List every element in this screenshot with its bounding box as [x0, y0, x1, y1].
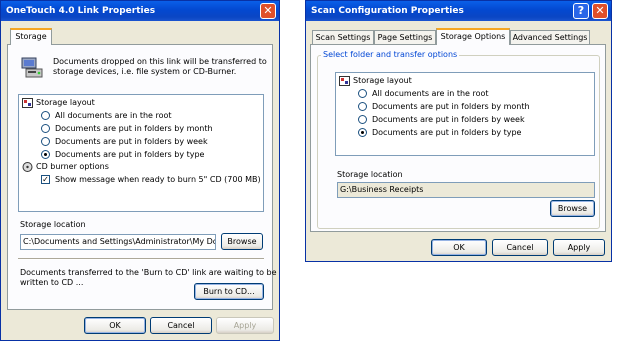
- close-icon[interactable]: ✕: [260, 3, 276, 19]
- option-type-label[interactable]: Documents are put in folders by type: [372, 128, 521, 137]
- burn-message-line-1: Documents transferred to the 'Burn to CD…: [20, 268, 277, 277]
- left-tab-page: Documents dropped on this link will be t…: [7, 44, 277, 310]
- browse-button[interactable]: Browse: [221, 233, 263, 250]
- storage-location-label: Storage location: [337, 170, 403, 179]
- option-type-label[interactable]: Documents are put in folders by type: [55, 150, 204, 159]
- cancel-button[interactable]: Cancel: [150, 317, 212, 334]
- storage-layout-label: Storage layout: [36, 98, 95, 107]
- burn-to-cd-button[interactable]: Burn to CD...: [194, 283, 264, 300]
- storage-tree: Storage layout All documents are in the …: [335, 72, 595, 156]
- tab-scan-settings[interactable]: Scan Settings: [312, 30, 374, 45]
- help-icon[interactable]: ?: [573, 3, 589, 19]
- option-week-label[interactable]: Documents are put in folders by week: [372, 115, 525, 124]
- radio-month[interactable]: [41, 124, 50, 133]
- option-week-label[interactable]: Documents are put in folders by week: [55, 137, 208, 146]
- description-line-2: storage devices, i.e. file system or CD-…: [53, 67, 237, 76]
- radio-type[interactable]: [41, 150, 50, 159]
- storage-layout-icon: [339, 76, 350, 86]
- show-message-checkbox[interactable]: ✓: [41, 175, 50, 184]
- tab-advanced-settings[interactable]: Advanced Settings: [510, 30, 590, 45]
- right-dialog-title: Scan Configuration Properties: [311, 6, 464, 16]
- tab-storage-options[interactable]: Storage Options: [436, 28, 510, 45]
- cancel-button[interactable]: Cancel: [492, 239, 548, 256]
- storage-layout-label: Storage layout: [353, 76, 412, 85]
- option-root-label[interactable]: All documents are in the root: [372, 89, 489, 98]
- radio-week[interactable]: [41, 137, 50, 146]
- storage-device-icon: [20, 55, 44, 79]
- cd-burner-options-label: CD burner options: [36, 162, 109, 171]
- storage-location-field[interactable]: G:\Business Receipts: [337, 182, 595, 198]
- apply-button[interactable]: Apply: [553, 239, 605, 256]
- storage-tree: Storage layout All documents are in the …: [18, 94, 264, 212]
- left-dialog-title: OneTouch 4.0 Link Properties: [6, 6, 156, 16]
- ok-button[interactable]: OK: [84, 317, 146, 334]
- tab-storage[interactable]: Storage: [10, 28, 52, 45]
- show-message-label[interactable]: Show message when ready to burn 5" CD (7…: [55, 175, 261, 184]
- radio-week[interactable]: [358, 115, 367, 124]
- burn-message-line-2: written to CD ...: [20, 278, 84, 287]
- storage-location-label: Storage location: [20, 220, 86, 229]
- folder-options-legend: Select folder and transfer options: [321, 50, 460, 59]
- apply-button[interactable]: Apply: [216, 317, 274, 334]
- radio-root[interactable]: [41, 111, 50, 120]
- right-tab-page: Select folder and transfer options Stora…: [310, 44, 606, 232]
- description-line-1: Documents dropped on this link will be t…: [53, 57, 267, 66]
- separator: [18, 258, 264, 260]
- storage-layout-icon: [22, 98, 33, 108]
- radio-type[interactable]: [358, 128, 367, 137]
- right-dialog: Scan Configuration Properties ? ✕ Scan S…: [305, 0, 612, 262]
- option-month-label[interactable]: Documents are put in folders by month: [372, 102, 530, 111]
- cd-burner-icon: [22, 162, 33, 172]
- right-title-bar[interactable]: Scan Configuration Properties: [306, 1, 611, 21]
- browse-button[interactable]: Browse: [550, 200, 595, 217]
- close-icon[interactable]: ✕: [592, 3, 608, 19]
- tab-page-settings[interactable]: Page Settings: [374, 30, 436, 45]
- option-root-label[interactable]: All documents are in the root: [55, 111, 172, 120]
- storage-location-field[interactable]: C:\Documents and Settings\Administrator\…: [20, 234, 216, 250]
- ok-button[interactable]: OK: [431, 239, 487, 256]
- left-title-bar[interactable]: OneTouch 4.0 Link Properties: [1, 1, 279, 21]
- radio-month[interactable]: [358, 102, 367, 111]
- radio-root[interactable]: [358, 89, 367, 98]
- option-month-label[interactable]: Documents are put in folders by month: [55, 124, 213, 133]
- left-dialog: OneTouch 4.0 Link Properties ✕ Storage D…: [0, 0, 280, 341]
